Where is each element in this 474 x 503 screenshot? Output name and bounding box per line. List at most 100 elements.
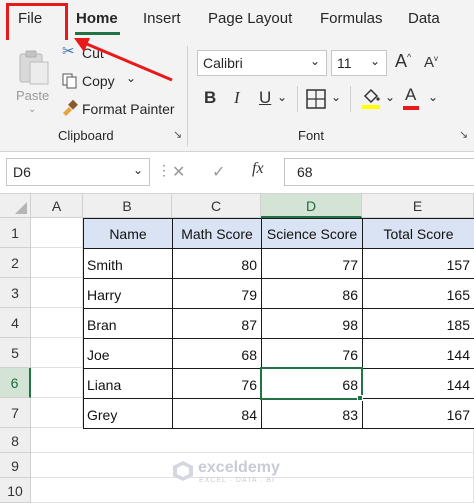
font-name-box[interactable]: Calibri ⌄ xyxy=(197,50,327,76)
row-header-6[interactable]: 6 xyxy=(0,368,31,398)
select-all-corner[interactable] xyxy=(0,194,31,218)
fill-color-icon[interactable] xyxy=(360,86,382,110)
group-separator xyxy=(187,46,188,146)
column-header-a[interactable]: A xyxy=(31,194,83,218)
row-header-4[interactable]: 4 xyxy=(0,308,31,338)
name-box-dropdown-icon[interactable]: ⌄ xyxy=(133,163,143,177)
cell[interactable] xyxy=(31,338,83,368)
cell[interactable] xyxy=(31,308,83,338)
paste-button[interactable]: Paste ⌄ xyxy=(12,46,54,118)
cell[interactable] xyxy=(31,398,83,428)
paste-label: Paste xyxy=(16,88,50,103)
font-size-value: 11 xyxy=(337,55,352,71)
row-header-8[interactable]: 8 xyxy=(0,428,31,453)
name-box[interactable]: D6 ⌄ xyxy=(6,158,150,186)
tab-data[interactable]: Data xyxy=(408,10,440,27)
cell-total-score[interactable]: 144 xyxy=(362,368,474,399)
cell-name[interactable]: Joe xyxy=(83,338,173,369)
cell-name[interactable]: Harry xyxy=(83,278,173,309)
column-header-b[interactable]: B xyxy=(83,194,172,218)
exceldemy-logo-icon xyxy=(173,461,193,481)
row-header-7[interactable]: 7 xyxy=(0,398,31,428)
header-science-score[interactable]: Science Score xyxy=(261,218,363,249)
cell-total-score[interactable]: 144 xyxy=(362,338,474,369)
cell[interactable] xyxy=(31,278,83,308)
clipboard-launcher-icon[interactable]: ↘ xyxy=(173,128,182,141)
row-header-2[interactable]: 2 xyxy=(0,248,31,278)
fill-handle[interactable] xyxy=(357,395,363,401)
tab-page-layout[interactable]: Page Layout xyxy=(208,10,292,27)
column-header-d[interactable]: D xyxy=(261,194,362,218)
bold-button[interactable]: B xyxy=(204,88,216,108)
cell-total-score[interactable]: 165 xyxy=(362,278,474,309)
confirm-entry-icon[interactable]: ✓ xyxy=(212,162,225,182)
formula-value: 68 xyxy=(297,164,313,180)
font-size-dropdown-icon[interactable]: ⌄ xyxy=(370,54,380,68)
format-painter-label: Format Painter xyxy=(82,101,175,117)
borders-dropdown-icon[interactable]: ⌄ xyxy=(331,90,341,104)
cell-science-score[interactable]: 98 xyxy=(261,308,363,339)
font-name-dropdown-icon[interactable]: ⌄ xyxy=(310,54,320,68)
underline-dropdown-icon[interactable]: ⌄ xyxy=(277,90,287,104)
font-separator xyxy=(297,86,298,112)
cell-total-score[interactable]: 157 xyxy=(362,248,474,279)
cell-total-score[interactable]: 167 xyxy=(362,398,474,429)
cell[interactable] xyxy=(31,248,83,278)
header-name[interactable]: Name xyxy=(83,218,173,249)
cell-name[interactable]: Bran xyxy=(83,308,173,339)
cell-math-score[interactable]: 79 xyxy=(172,278,262,309)
font-color-swatch xyxy=(403,106,419,110)
font-color-dropdown-icon[interactable]: ⌄ xyxy=(428,90,438,104)
cancel-entry-icon[interactable]: ✕ xyxy=(172,162,185,182)
cell-math-score[interactable]: 80 xyxy=(172,248,262,279)
cell-total-score[interactable]: 185 xyxy=(362,308,474,339)
font-launcher-icon[interactable]: ↘ xyxy=(459,128,468,141)
clipboard-group-label: Clipboard xyxy=(58,128,114,143)
cell[interactable] xyxy=(31,368,83,398)
cell-name[interactable]: Liana xyxy=(83,368,173,399)
empty-row-8[interactable] xyxy=(31,428,474,453)
cell-name[interactable]: Smith xyxy=(83,248,173,279)
cell-math-score[interactable]: 76 xyxy=(172,368,262,399)
cell-math-score[interactable]: 68 xyxy=(172,338,262,369)
column-header-e[interactable]: E xyxy=(362,194,474,218)
tab-formulas[interactable]: Formulas xyxy=(320,10,383,27)
cell-science-score-d6[interactable]: 68 xyxy=(261,368,363,399)
paste-dropdown-icon[interactable]: ⌄ xyxy=(28,104,36,115)
cell-science-score[interactable]: 76 xyxy=(261,338,363,369)
tab-insert[interactable]: Insert xyxy=(143,10,181,27)
cell[interactable] xyxy=(31,218,83,248)
row-header-9[interactable]: 9 xyxy=(0,453,31,478)
insert-function-icon[interactable]: fx xyxy=(252,160,264,178)
select-all-icon xyxy=(15,202,27,214)
row-header-10[interactable]: 10 xyxy=(0,478,31,503)
formula-input[interactable]: 68 xyxy=(284,158,474,186)
annotation-arrow xyxy=(74,38,173,82)
cell-science-score[interactable]: 83 xyxy=(261,398,363,429)
font-color-icon[interactable]: A xyxy=(405,85,416,105)
column-header-c[interactable]: C xyxy=(172,194,261,218)
tab-home[interactable]: Home xyxy=(76,10,118,27)
header-math-score[interactable]: Math Score xyxy=(172,218,262,249)
cell-science-score[interactable]: 77 xyxy=(261,248,363,279)
cell-math-score[interactable]: 87 xyxy=(172,308,262,339)
watermark-name: exceldemy xyxy=(198,459,280,476)
cell-science-score[interactable]: 86 xyxy=(261,278,363,309)
worksheet-grid: A B C D E 1 2 3 4 5 6 7 8 9 10 Name Math… xyxy=(0,194,474,503)
cell-name[interactable]: Grey xyxy=(83,398,173,429)
increase-font-size-icon[interactable]: A^ xyxy=(395,51,411,72)
underline-button[interactable]: U xyxy=(259,88,271,108)
row-header-1[interactable]: 1 xyxy=(0,218,31,248)
row-header-5[interactable]: 5 xyxy=(0,338,31,368)
name-box-value: D6 xyxy=(13,164,31,180)
cell-math-score[interactable]: 84 xyxy=(172,398,262,429)
row-header-3[interactable]: 3 xyxy=(0,278,31,308)
borders-icon[interactable] xyxy=(306,89,326,109)
header-total-score[interactable]: Total Score xyxy=(362,218,474,249)
fill-color-dropdown-icon[interactable]: ⌄ xyxy=(385,90,395,104)
font-size-box[interactable]: 11 ⌄ xyxy=(331,50,387,76)
decrease-font-size-icon[interactable]: Av xyxy=(424,54,438,71)
format-painter-button[interactable]: Format Painter xyxy=(60,98,178,120)
italic-button[interactable]: I xyxy=(234,88,240,108)
more-options-icon[interactable]: ⋮ xyxy=(157,162,171,179)
